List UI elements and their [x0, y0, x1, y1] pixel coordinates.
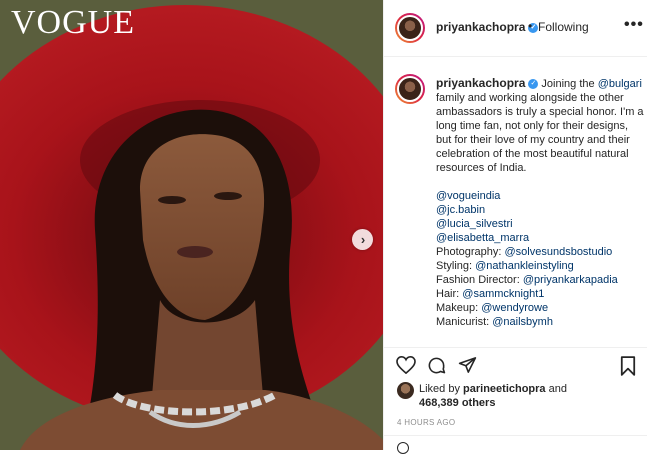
credit-handle[interactable]: @sammcknight1 — [462, 288, 544, 300]
post-header: priyankachopra ✓ • Following ••• — [384, 0, 647, 57]
caption-avatar[interactable] — [395, 74, 425, 104]
action-bar — [384, 347, 647, 382]
mention-link[interactable]: @vogueindia — [436, 190, 500, 202]
comment-bar — [384, 435, 647, 454]
ellipsis-icon[interactable]: ••• — [624, 16, 644, 34]
following-button[interactable]: Following — [538, 20, 589, 34]
post-sidebar: priyankachopra ✓ • Following ••• priyanka… — [383, 0, 647, 454]
next-image-button[interactable]: › — [352, 229, 373, 250]
credit-line: Makeup: @wendyrowe — [436, 302, 549, 314]
smiley-icon[interactable] — [397, 442, 409, 454]
mention-link[interactable]: @elisabetta_marra — [436, 232, 529, 244]
credit-line: Manicurist: @nailsbymh — [436, 316, 553, 328]
likes-count[interactable]: 468,389 others — [419, 397, 495, 409]
credit-handle[interactable]: @wendyrowe — [481, 302, 548, 314]
liker-username[interactable]: parineetichopra — [463, 383, 546, 395]
credit-handle[interactable]: @nathankleinstyling — [475, 260, 574, 272]
mention-bulgari[interactable]: @bulgari — [598, 78, 642, 90]
post-timestamp[interactable]: 4 HOURS AGO — [397, 418, 455, 427]
separator-dot: • — [528, 19, 533, 33]
share-icon[interactable] — [458, 356, 477, 374]
mention-link[interactable]: @lucia_silvestri — [436, 218, 513, 230]
profile-avatar[interactable] — [395, 13, 425, 43]
credit-line: Styling: @nathankleinstyling — [436, 260, 574, 272]
vogue-logo: VOGUE — [11, 4, 135, 41]
heart-icon[interactable] — [396, 356, 416, 374]
chevron-right-icon: › — [360, 232, 366, 247]
caption-text: priyankachopra ✓ Joining the @bulgari fam… — [436, 76, 644, 329]
verified-badge-icon: ✓ — [528, 79, 539, 90]
comment-icon[interactable] — [427, 356, 446, 375]
instagram-post: VOGUE › priyankachopra ✓ • Following ••• … — [0, 0, 647, 454]
caption-section: priyankachopra ✓ Joining the @bulgari fam… — [384, 56, 647, 347]
credit-line: Photography: @solvesundsbostudio — [436, 246, 613, 258]
portrait-photo — [0, 0, 383, 450]
header-username[interactable]: priyankachopra ✓ — [436, 20, 539, 34]
post-image[interactable]: VOGUE › — [0, 0, 383, 450]
caption-body: family and working alongside the other a… — [436, 92, 644, 174]
credit-handle[interactable]: @nailsbymh — [492, 316, 553, 328]
caption-intro: Joining the — [538, 78, 598, 90]
credit-line: Hair: @sammcknight1 — [436, 288, 545, 300]
liker-avatar[interactable] — [397, 382, 414, 399]
caption-username[interactable]: priyankachopra — [436, 76, 525, 90]
mention-link[interactable]: @jc.babin — [436, 204, 485, 216]
likes-section: Liked by parineetichopra and 468,389 oth… — [384, 381, 647, 411]
credit-line: Fashion Director: @priyankarkapadia — [436, 274, 618, 286]
likes-text: Liked by parineetichopra and 468,389 oth… — [419, 383, 567, 409]
bookmark-icon[interactable] — [620, 356, 636, 376]
credit-handle[interactable]: @priyankarkapadia — [523, 274, 618, 286]
credit-handle[interactable]: @solvesundsbostudio — [505, 246, 613, 258]
